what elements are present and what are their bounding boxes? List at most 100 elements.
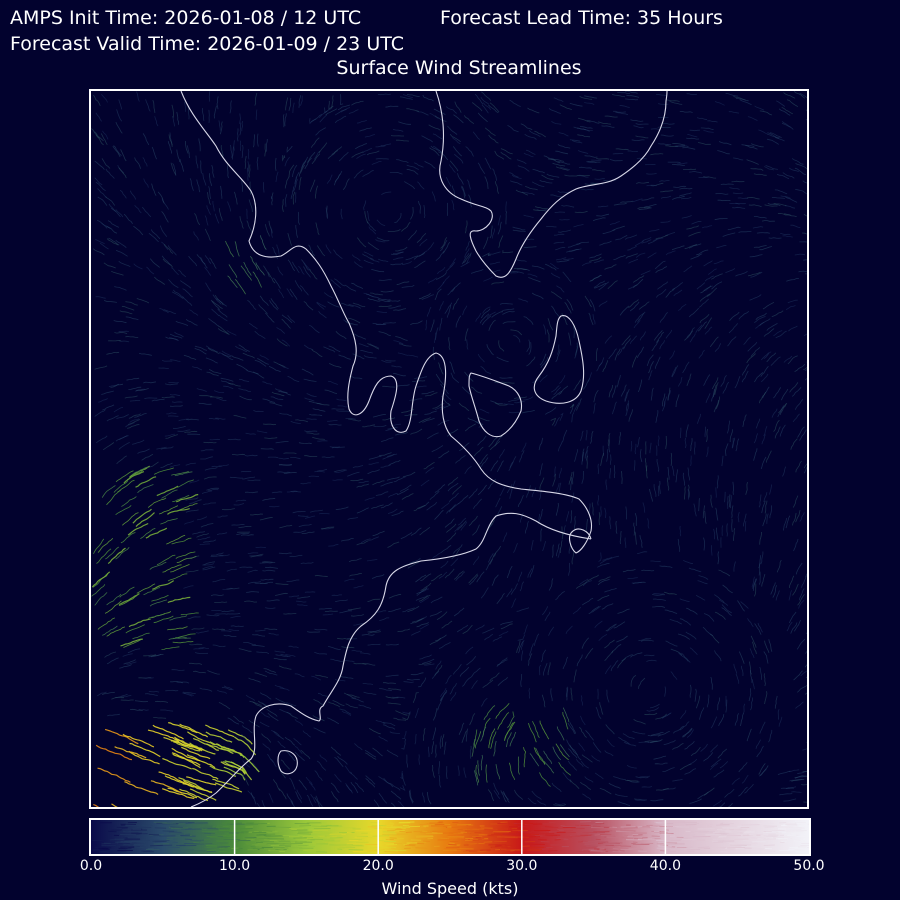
streamline [490,460,499,472]
streamline [169,464,181,468]
streamline [506,565,513,579]
streamline [805,118,807,121]
streamline [255,629,266,632]
streamline [581,754,593,763]
streamline [732,206,746,209]
streamline [728,111,740,114]
streamline [102,404,115,411]
streamline [118,330,129,333]
streamline [245,369,259,375]
streamline [241,144,244,158]
streamline [803,213,807,217]
streamline [420,479,430,487]
streamline [773,387,782,399]
streamline [244,600,258,603]
streamline [786,621,793,632]
streamline [555,247,566,251]
streamline [457,765,460,776]
streamline [452,664,462,675]
streamline [609,516,612,530]
streamline [594,178,605,180]
streamline [555,590,565,601]
colorbar-tick-label: 30.0 [506,858,538,874]
streamline [480,754,483,771]
streamline [262,743,271,751]
streamline [598,121,611,125]
streamline [550,291,563,300]
streamline [684,740,695,750]
streamline [367,342,380,350]
streamline [612,225,625,231]
streamline [805,676,807,679]
streamline [584,776,594,783]
streamline [344,578,355,582]
streamline [802,232,807,235]
streamline [247,167,249,181]
streamline [321,456,335,458]
streamline [312,436,325,440]
streamline [239,140,242,151]
streamline [235,345,248,353]
streamline [696,282,706,290]
streamline [292,164,298,178]
streamline [775,590,780,601]
streamline [632,275,645,283]
streamline [662,767,675,772]
streamline [393,257,404,260]
streamline [312,408,326,412]
streamline [126,377,140,381]
colorbar-streak [211,826,224,828]
streamline [458,494,469,505]
streamline [151,183,157,196]
streamline [487,789,495,802]
streamline [309,118,317,125]
streamline [239,216,244,229]
streamline [275,171,279,182]
streamline [205,282,212,292]
streamline [273,277,281,289]
streamline [510,329,523,336]
streamline [105,168,115,179]
streamline [526,485,531,498]
streamline [655,288,667,298]
streamline [380,437,394,443]
colorbar-streak [302,849,317,851]
streamline [776,173,790,180]
streamline [422,792,426,803]
streamline [481,315,492,326]
streamline [150,229,161,240]
streamline [660,190,674,193]
streamline [358,343,369,348]
streamline [475,624,485,631]
streamline [93,803,100,807]
streamline [461,186,466,197]
streamline [372,530,385,537]
streamline [477,112,488,123]
streamline [627,577,638,579]
streamline [92,572,109,588]
wind-map[interactable] [89,89,809,809]
streamline [387,508,398,514]
streamline [598,552,602,562]
streamline [746,728,752,742]
streamline [193,231,199,241]
streamline [638,677,646,689]
streamline [763,651,769,664]
streamline [395,246,408,252]
streamline [269,402,283,407]
streamline [514,789,524,800]
streamline [281,155,286,162]
streamline [597,205,609,208]
streamline [632,731,646,735]
streamline [687,467,691,481]
streamline [207,670,220,675]
streamline [577,117,591,123]
streamline [657,730,670,737]
streamline [501,381,515,384]
streamline [805,573,807,578]
streamline [735,271,748,277]
streamline [185,509,199,513]
colorbar-streak [764,826,775,828]
streamline [556,726,565,741]
streamline [247,569,258,573]
